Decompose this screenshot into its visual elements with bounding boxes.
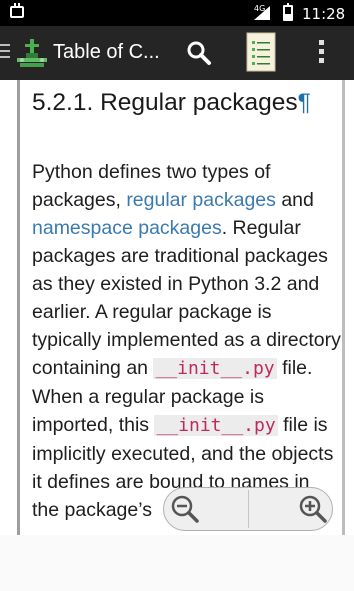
permalink-anchor[interactable]: ¶: [298, 89, 311, 116]
inline-code: __init__.py: [154, 415, 278, 436]
left-border: [17, 80, 20, 535]
paragraph-text: . Regular packages are traditional packa…: [32, 217, 341, 379]
overflow-menu-icon[interactable]: [314, 40, 328, 66]
app-logo-icon[interactable]: [14, 36, 50, 70]
zoom-divider: [248, 490, 249, 528]
battery-icon: [283, 3, 293, 21]
article-view[interactable]: 5.2.1. Regular packages¶ Python defines …: [0, 80, 354, 535]
signal-icon: [254, 6, 270, 20]
notification-icon: [10, 3, 24, 18]
bottom-blank-area: [0, 535, 354, 591]
clock: 11:28: [302, 5, 346, 23]
search-icon[interactable]: [186, 40, 212, 66]
toolbar-title[interactable]: Table of C...: [53, 41, 160, 64]
status-bar: 4G 11:28: [0, 0, 354, 26]
zoom-out-icon[interactable]: [170, 494, 200, 524]
inline-code: __init__.py: [153, 358, 277, 379]
right-border: [342, 80, 345, 535]
action-bar: Table of C...: [0, 26, 354, 80]
link-namespace-packages[interactable]: namespace packages: [32, 217, 222, 239]
zoom-in-icon[interactable]: [298, 494, 328, 524]
body-paragraph: Python defines two types of packages, re…: [32, 158, 342, 524]
link-regular-packages[interactable]: regular packages: [126, 189, 276, 211]
heading-text: 5.2.1. Regular packages: [32, 89, 298, 116]
menu-icon[interactable]: [0, 44, 10, 58]
document-icon[interactable]: [246, 32, 276, 72]
zoom-control: [163, 487, 333, 531]
paragraph-text: and: [275, 189, 314, 211]
section-heading: 5.2.1. Regular packages¶: [32, 88, 332, 117]
